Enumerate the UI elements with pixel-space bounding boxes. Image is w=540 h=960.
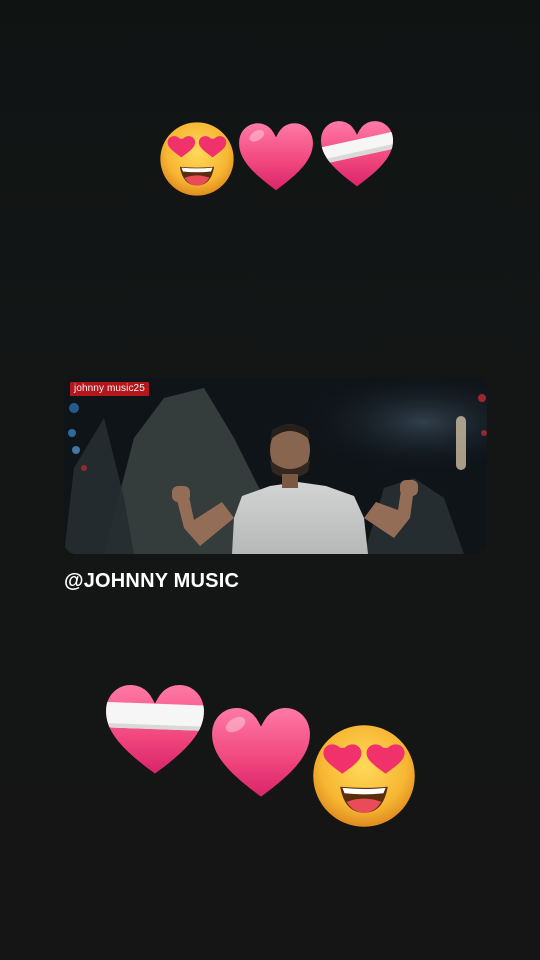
pink-heart-icon	[208, 698, 314, 802]
story-screen: johnny music25 @JOHNNY MUSIC	[0, 0, 540, 960]
bandaged-heart-icon	[318, 114, 396, 190]
video-player[interactable]: johnny music25	[64, 378, 487, 554]
creator-handle[interactable]: @JOHNNY MUSIC	[64, 570, 239, 593]
video-frame-image	[64, 378, 487, 554]
heart-eyes-face-icon	[158, 120, 236, 198]
pink-heart-icon	[236, 116, 316, 194]
heart-eyes-face-icon	[310, 722, 418, 830]
bandaged-heart-icon	[102, 676, 208, 778]
video-watermark: johnny music25	[70, 382, 149, 396]
